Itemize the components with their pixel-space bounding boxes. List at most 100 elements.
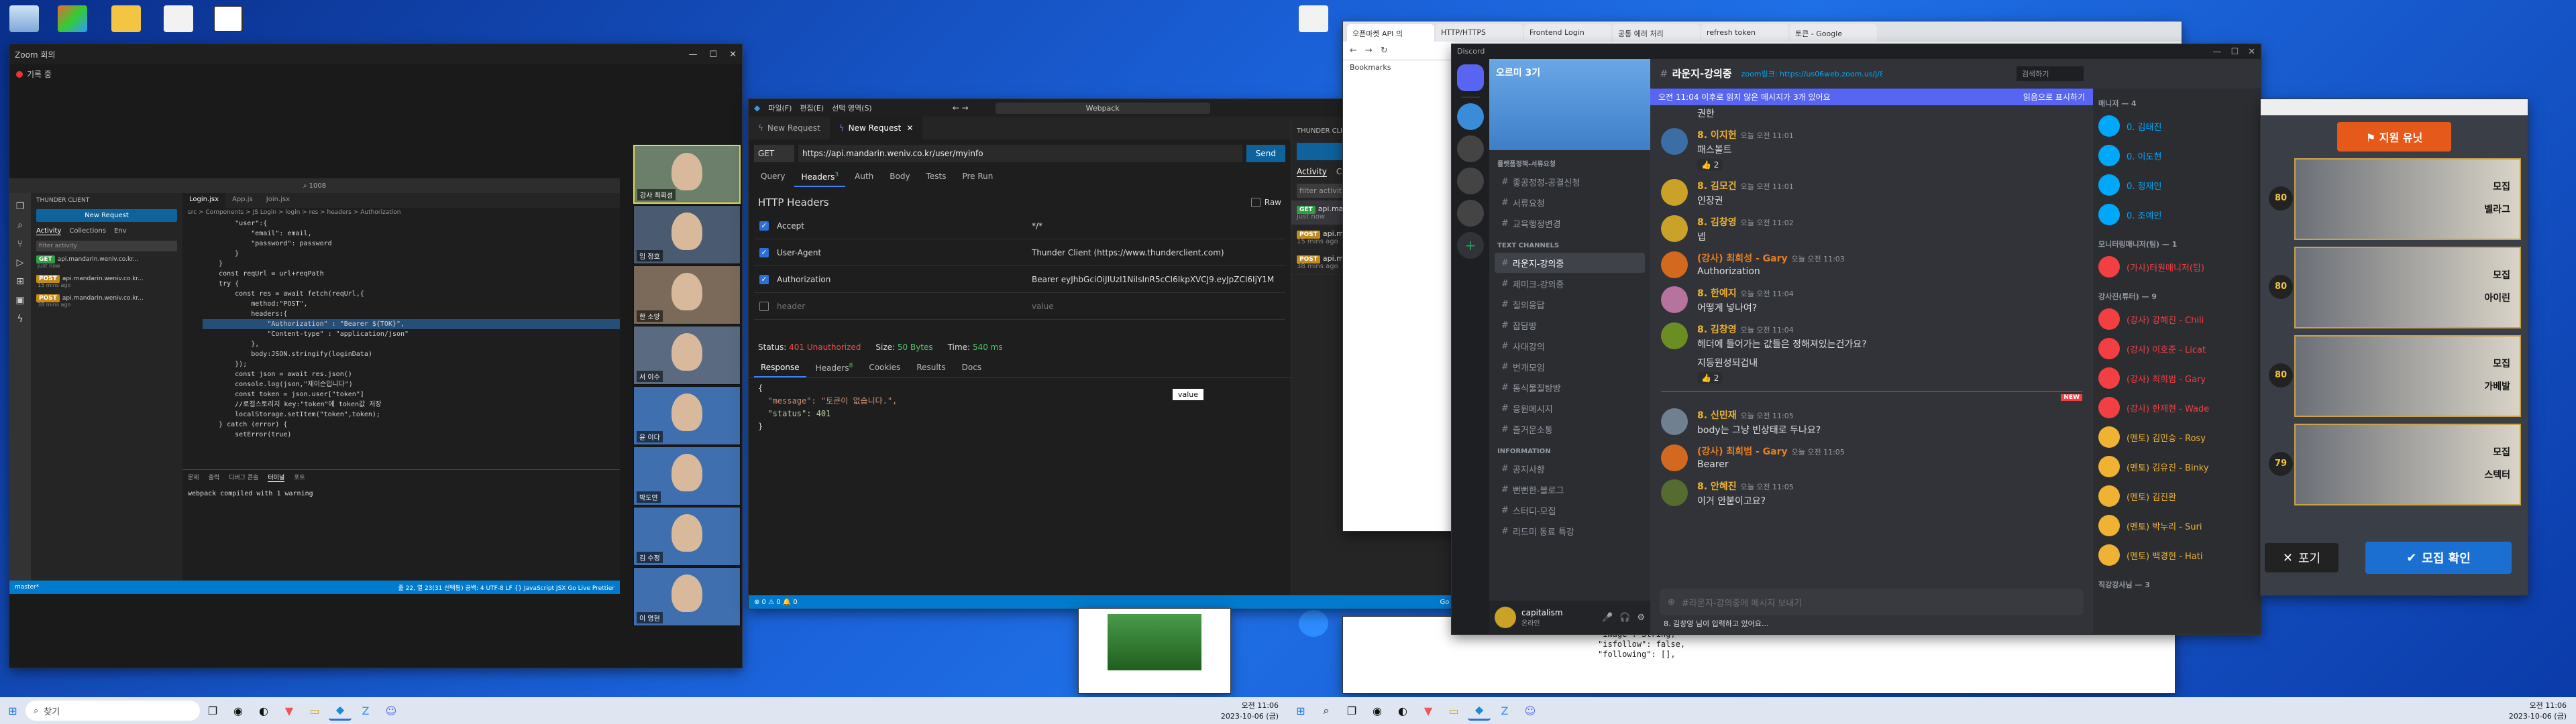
- header-value[interactable]: Thunder Client (https://www.thunderclien…: [1032, 248, 1285, 257]
- author-name[interactable]: 8. 김모건: [1697, 181, 1737, 192]
- forward-icon[interactable]: →: [1365, 46, 1373, 56]
- give-up-button[interactable]: ✕ 포기: [2265, 543, 2339, 572]
- channel-item[interactable]: # 교육행정변경: [1495, 213, 1645, 233]
- taskview-icon[interactable]: ❐: [201, 701, 224, 721]
- chrome-taskbar-icon[interactable]: ◉: [227, 701, 250, 721]
- channel-item[interactable]: # 라운지-강의중: [1495, 253, 1645, 273]
- search-icon[interactable]: ⌕: [1315, 701, 1338, 721]
- channel-item[interactable]: # 공지사항: [1495, 459, 1645, 479]
- taskbar-search[interactable]: ⌕ 찾기: [25, 701, 200, 721]
- participant-tile[interactable]: 임 정호: [633, 205, 741, 264]
- member-item[interactable]: (멘토) 백경현 - Hati: [2093, 540, 2261, 570]
- url-input[interactable]: https://api.mandarin.weniv.co.kr/user/my…: [798, 145, 1242, 162]
- browser-tab[interactable]: 오픈마켓 API 의: [1347, 24, 1434, 42]
- member-item[interactable]: (멘토) 김유진 - Binky: [2093, 452, 2261, 481]
- author-name[interactable]: 8. 김창영: [1697, 324, 1737, 335]
- chrome-taskbar-icon[interactable]: ◉: [1366, 701, 1389, 721]
- chat-message[interactable]: 8. 김창영 오늘 오전 11:02 넵: [1650, 211, 2093, 247]
- response-tab[interactable]: Results: [910, 359, 952, 377]
- thunder-icon[interactable]: ϟ: [9, 310, 31, 328]
- avatar[interactable]: [1495, 607, 1516, 628]
- explorer-taskbar-icon[interactable]: ▭: [303, 701, 326, 721]
- channel-item[interactable]: # 스터디-모집: [1495, 500, 1645, 520]
- member-item[interactable]: (가사)터원매니저(팀): [2093, 252, 2261, 282]
- maximize-icon[interactable]: ☐: [709, 50, 717, 60]
- header-key[interactable]: Authorization: [777, 275, 1032, 284]
- header-checkbox[interactable]: ✓: [759, 247, 769, 257]
- close-icon[interactable]: ✕: [729, 50, 737, 60]
- participant-tile[interactable]: 한 소망: [633, 265, 741, 324]
- header-key[interactable]: User-Agent: [777, 248, 1032, 257]
- chat-message[interactable]: 8. 신민재 오늘 오전 11:05 body는 그냥 빈상태로 두나요?: [1650, 404, 2093, 440]
- explorer-icon[interactable]: ❐: [9, 197, 31, 216]
- member-item[interactable]: 0. 김태진: [2093, 111, 2261, 141]
- panel-tab[interactable]: 포트: [294, 473, 305, 482]
- unit-card[interactable]: 80 모집 아이린: [2269, 247, 2521, 328]
- participant-tile[interactable]: 이 영현: [633, 567, 741, 626]
- history-item[interactable]: POST api.mandarin.weniv.co.kr... 15 mins a…: [31, 272, 182, 292]
- unit-card[interactable]: 79 모집 스텍터: [2269, 424, 2521, 505]
- discord-home-icon[interactable]: [1457, 64, 1484, 91]
- chat-message[interactable]: 8. 이지헌 오늘 오전 11:01 패스볼트 👍 2: [1650, 124, 2093, 175]
- tab-activity[interactable]: Activity: [36, 227, 62, 235]
- branch-label[interactable]: master*: [15, 584, 39, 591]
- channel-category[interactable]: 플랫폼정책-서류요청: [1489, 150, 1650, 171]
- response-tab[interactable]: Docs: [955, 359, 988, 377]
- participant-tile[interactable]: 윤 이다: [633, 386, 741, 445]
- author-name[interactable]: 8. 김창영: [1697, 217, 1737, 228]
- member-item[interactable]: (강사) 이호준 - Licat: [2093, 334, 2261, 363]
- unread-banner[interactable]: 오전 11:04 이후로 읽지 않은 메시지가 3개 있어요 읽음으로 표시하기: [1650, 88, 2093, 105]
- filter-activity-input[interactable]: filter activity: [36, 241, 177, 251]
- raw-checkbox[interactable]: [1250, 198, 1260, 207]
- avatar[interactable]: [1661, 322, 1688, 349]
- member-item[interactable]: (멘토) 박누리 - Suri: [2093, 511, 2261, 540]
- channel-item[interactable]: # 서류요청: [1495, 192, 1645, 213]
- search-icon[interactable]: ⌕: [9, 216, 31, 235]
- confirm-recruit-button[interactable]: ✔ 모집 확인: [2365, 542, 2512, 574]
- channel-category[interactable]: INFORMATION: [1489, 440, 1650, 458]
- close-icon[interactable]: ✕: [2248, 47, 2255, 57]
- editor-tab[interactable]: Join.jsx: [260, 193, 297, 208]
- tab-env[interactable]: Env: [114, 227, 127, 235]
- desktop-icon-bluestacks[interactable]: [54, 5, 91, 35]
- avatar[interactable]: [1661, 408, 1688, 435]
- member-item[interactable]: 0. 조예인: [2093, 200, 2261, 229]
- browser-tab[interactable]: HTTP/HTTPS: [1436, 24, 1523, 42]
- channel-item[interactable]: # 응원메시지: [1495, 398, 1645, 418]
- author-name[interactable]: 8. 안혜진: [1697, 481, 1737, 492]
- history-item[interactable]: GET api.mandarin.weniv.co.kr... just now: [31, 253, 182, 272]
- plus-icon[interactable]: ⊕: [1668, 597, 1675, 607]
- panel-tab[interactable]: 디버그 콘솔: [229, 473, 258, 482]
- method-select[interactable]: GET: [754, 145, 794, 162]
- panel-tab[interactable]: 출력: [209, 473, 220, 482]
- server-icon[interactable]: [1457, 135, 1484, 162]
- vscode-taskbar-icon[interactable]: ◆: [1468, 701, 1491, 721]
- desktop-icon-folder[interactable]: [107, 5, 145, 35]
- browser-tab[interactable]: refresh token: [1701, 24, 1788, 42]
- member-item[interactable]: (강사) 한재현 - Wade: [2093, 393, 2261, 422]
- command-search[interactable]: Webpack: [995, 102, 1210, 114]
- desktop-icon-zoom[interactable]: [1295, 610, 1332, 640]
- panel-tab[interactable]: 터미널: [268, 473, 285, 482]
- header-value[interactable]: value: [1032, 302, 1285, 311]
- request-tab[interactable]: ϟ New Request ✕: [829, 117, 923, 139]
- history-item[interactable]: POST api.mandarin.weniv.co.kr... 38 mins a…: [31, 292, 182, 311]
- channel-item[interactable]: # 질의응답: [1495, 294, 1645, 314]
- vscode-taskbar-icon[interactable]: ◆: [329, 701, 352, 721]
- reaction[interactable]: 👍 2: [1697, 372, 1723, 384]
- header-value[interactable]: */*: [1032, 221, 1285, 231]
- author-name[interactable]: 8. 이지헌: [1697, 130, 1737, 141]
- discord-taskbar-icon[interactable]: ☺: [380, 701, 402, 721]
- channel-item[interactable]: # 뻔뻔한-블로그: [1495, 479, 1645, 499]
- unit-card[interactable]: 80 모집 가베발: [2269, 335, 2521, 417]
- avatar[interactable]: [1661, 444, 1688, 471]
- mark-read-button[interactable]: 읽음으로 표시하기: [2023, 91, 2085, 103]
- channel-item[interactable]: # 사대강의: [1495, 336, 1645, 356]
- request-tab[interactable]: ϟ New Request: [749, 117, 830, 139]
- server-icon[interactable]: [1457, 103, 1484, 130]
- chat-message[interactable]: 8. 김창영 오늘 오전 11:04 헤더에 들어가는 값들은 정해져있는건가요?: [1650, 318, 2093, 355]
- edge-taskbar-icon[interactable]: ◐: [252, 701, 275, 721]
- participant-tile[interactable]: 박도연: [633, 446, 741, 505]
- desktop-icon-file-right[interactable]: [1295, 5, 1332, 35]
- source-control-icon[interactable]: ⑂: [9, 235, 31, 253]
